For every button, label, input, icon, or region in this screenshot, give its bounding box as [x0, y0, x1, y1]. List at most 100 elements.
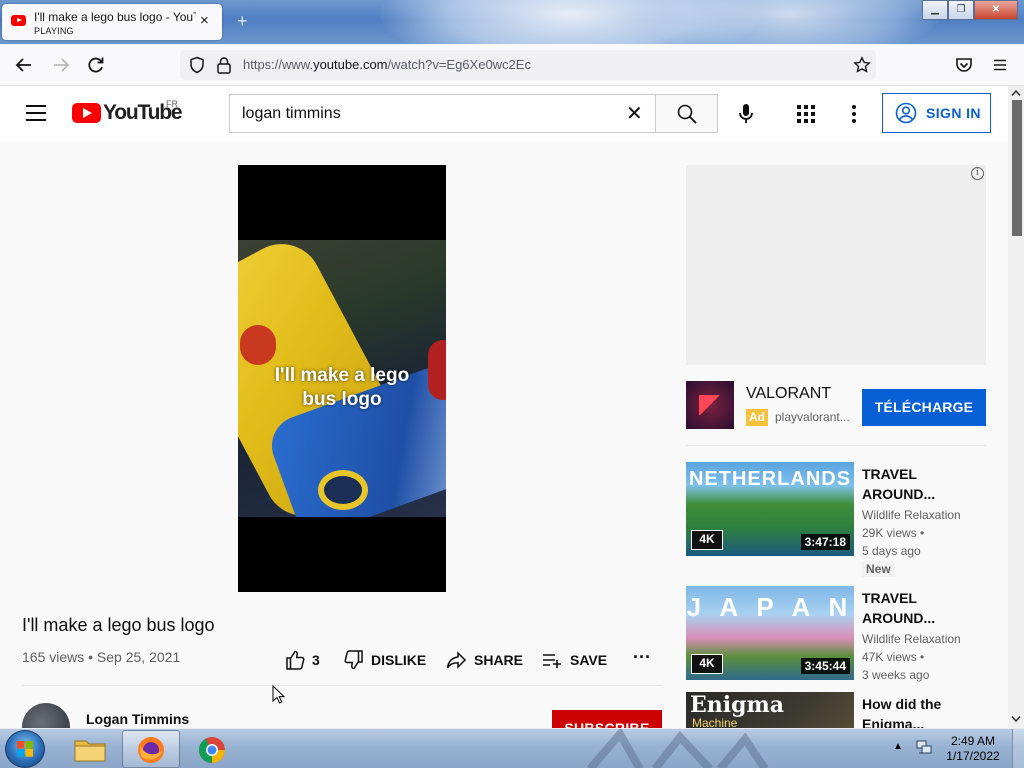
pocket-button[interactable]: [953, 54, 975, 76]
taskbar-chrome[interactable]: [183, 730, 241, 768]
ad-badge: Ad: [746, 409, 768, 426]
wallpaper-deco: [560, 729, 850, 768]
recommended-video[interactable]: J A P A N 4K 3:45:44 TRAVEL AROUND... Wi…: [686, 586, 986, 686]
recommended-title[interactable]: TRAVEL AROUND...: [862, 464, 982, 504]
youtube-masthead: YouTube FR logan timmins ✕ SIGN IN: [0, 86, 1008, 142]
window-controls: ▁ ❐ ✕: [922, 0, 1018, 20]
recommended-channel[interactable]: Wildlife Relaxation: [862, 508, 961, 522]
browser-navbar: https://www.youtube.com/watch?v=Eg6Xe0wc…: [0, 44, 1024, 86]
video-duration: 3:47:18: [800, 534, 850, 550]
lock-icon[interactable]: [216, 56, 232, 74]
tracking-shield-icon[interactable]: [188, 56, 206, 74]
show-desktop-button[interactable]: [1012, 729, 1024, 768]
firefox-icon: [138, 737, 164, 763]
desktop-cloud: [640, 0, 940, 44]
clear-search-icon[interactable]: ✕: [626, 101, 643, 127]
show-hidden-icons[interactable]: ▲: [893, 741, 903, 752]
forward-button[interactable]: [50, 54, 72, 76]
ad-info-icon[interactable]: i: [971, 167, 984, 180]
tab-title: I'll make a lego bus logo - YouT: [34, 10, 196, 24]
channel-name[interactable]: Logan Timmins: [86, 711, 189, 727]
thumbs-down-icon: [344, 650, 363, 670]
subscribe-button[interactable]: SUBSCRIBE: [552, 710, 662, 728]
share-button[interactable]: SHARE: [445, 648, 525, 672]
youtube-apps-icon[interactable]: [797, 105, 815, 123]
search-input[interactable]: logan timmins ✕: [229, 94, 655, 133]
minimize-button[interactable]: ▁: [922, 0, 948, 20]
dislike-label: DISLIKE: [371, 652, 427, 668]
windows-taskbar: ▲ 2:49 AM 1/17/2022: [0, 728, 1024, 768]
new-badge: New: [862, 561, 895, 577]
recommended-age: 3 weeks ago: [862, 668, 930, 682]
clock-date: 1/17/2022: [946, 749, 1000, 763]
tab-playing-status: PLAYING: [34, 26, 74, 36]
url-text[interactable]: https://www.youtube.com/watch?v=Eg6Xe0wc…: [243, 57, 531, 72]
sign-in-button[interactable]: SIGN IN: [882, 93, 991, 133]
valorant-logo[interactable]: [686, 381, 734, 429]
thumbs-up-icon: [286, 650, 305, 670]
taskbar-file-explorer[interactable]: [62, 730, 120, 768]
browser-tab-youtube[interactable]: I'll make a lego bus logo - YouT PLAYING…: [2, 4, 222, 40]
app-menu-button[interactable]: [989, 54, 1011, 76]
recommended-video[interactable]: Enigma Machine How did the Enigma...: [686, 692, 986, 728]
dislike-button[interactable]: DISLIKE: [343, 648, 433, 672]
recommended-title[interactable]: How did the Enigma...: [862, 694, 982, 728]
youtube-logo[interactable]: YouTube FR: [72, 99, 202, 128]
back-button[interactable]: [13, 54, 35, 76]
save-button[interactable]: SAVE: [541, 648, 611, 672]
address-bar[interactable]: https://www.youtube.com/watch?v=Eg6Xe0wc…: [180, 50, 876, 80]
forward-arrow-icon: [54, 58, 70, 72]
channel-avatar[interactable]: [22, 703, 70, 728]
recommended-video[interactable]: NETHERLANDS 4K 3:47:18 TRAVEL AROUND... …: [686, 462, 986, 577]
network-icon[interactable]: [915, 740, 933, 756]
display-ad-slot[interactable]: [686, 165, 986, 365]
recommended-age: 5 days ago: [862, 544, 921, 558]
search-icon: [677, 104, 697, 124]
thumbnail-subtext: Machine: [692, 716, 738, 728]
hamburger-menu-icon: [994, 59, 1006, 71]
promo-domain: playvalorant...: [775, 410, 850, 424]
scrollbar-thumb[interactable]: [1008, 100, 1024, 236]
region-code: FR: [166, 99, 178, 109]
video-frame: I'll make a lego bus logo: [238, 240, 446, 517]
mouse-cursor-icon: [272, 685, 286, 704]
taskbar-firefox[interactable]: [122, 730, 180, 768]
video-thumbnail[interactable]: Enigma Machine: [686, 692, 854, 728]
microphone-icon: [739, 104, 753, 123]
folder-icon: [74, 740, 106, 762]
scroll-up-icon[interactable]: [1011, 89, 1021, 97]
guide-menu-icon[interactable]: [26, 105, 46, 121]
search-button[interactable]: [655, 94, 718, 133]
voice-search-button[interactable]: [729, 97, 763, 131]
save-label: SAVE: [570, 652, 608, 668]
thumbnail-text: NETHERLANDS: [688, 468, 852, 490]
more-actions-button[interactable]: ...: [633, 642, 657, 666]
account-circle-icon: [895, 102, 917, 124]
bookmark-star-icon[interactable]: [853, 56, 871, 74]
video-thumbnail[interactable]: NETHERLANDS 4K 3:47:18: [686, 462, 854, 556]
thumbnail-text: J A P A N: [686, 592, 854, 622]
video-player[interactable]: I'll make a lego bus logo: [238, 165, 446, 592]
start-button[interactable]: [5, 730, 45, 768]
like-count: 3: [312, 652, 320, 668]
4k-badge: 4K: [691, 654, 723, 674]
promo-download-button[interactable]: TÉLÉCHARGE: [862, 389, 986, 426]
scroll-down-icon[interactable]: [1011, 715, 1021, 723]
new-tab-button[interactable]: +: [237, 12, 248, 30]
restore-button[interactable]: ❐: [948, 0, 974, 20]
sign-in-label: SIGN IN: [926, 105, 981, 121]
video-thumbnail[interactable]: J A P A N 4K 3:45:44: [686, 586, 854, 680]
promo-title[interactable]: VALORANT: [746, 385, 831, 403]
system-clock[interactable]: 2:49 AM 1/17/2022: [940, 734, 1006, 764]
thumbnail-text: Enigma: [690, 692, 785, 718]
reload-button[interactable]: [85, 54, 107, 76]
reload-icon: [88, 57, 104, 73]
watch-page: I'll make a lego bus logo I'll make a le…: [0, 142, 1008, 728]
settings-more-icon[interactable]: [852, 105, 856, 123]
close-window-button[interactable]: ✕: [974, 0, 1018, 20]
tab-close-icon[interactable]: ×: [200, 13, 209, 29]
recommended-title[interactable]: TRAVEL AROUND...: [862, 588, 982, 628]
like-button[interactable]: 3: [284, 648, 324, 672]
video-duration: 3:45:44: [800, 658, 850, 674]
recommended-channel[interactable]: Wildlife Relaxation: [862, 632, 961, 646]
